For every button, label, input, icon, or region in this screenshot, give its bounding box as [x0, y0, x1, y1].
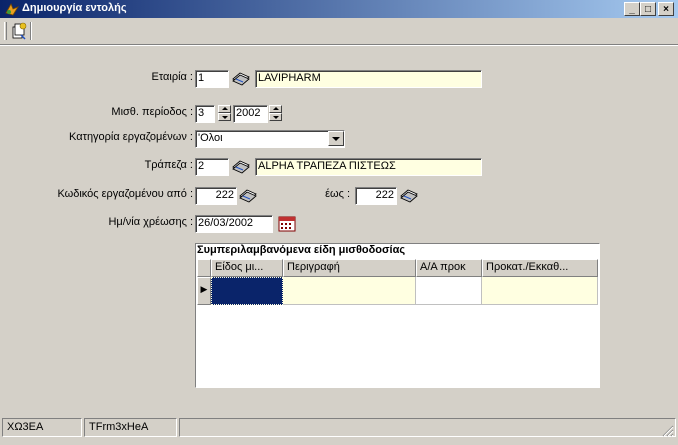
lookup-icon[interactable]: [237, 187, 259, 204]
status-panel-form: TFrm3xHeA: [84, 418, 177, 437]
employee-code-from-label: Κωδικός εργαζομένου από :: [57, 188, 193, 200]
column-header-advance-settlement[interactable]: Προκατ./Εκκαθ...: [482, 259, 598, 277]
charge-date-input[interactable]: 26/03/2002: [195, 215, 273, 233]
column-header-description[interactable]: Περιγραφή: [283, 259, 416, 277]
grid-cell[interactable]: [482, 277, 598, 305]
create-order-icon[interactable]: [10, 21, 28, 41]
column-header-item-type[interactable]: Είδος μι...: [211, 259, 283, 277]
employee-category-label: Κατηγορία εργαζομένων :: [69, 131, 193, 143]
toolbar-separator: [30, 22, 32, 40]
grid-cell[interactable]: [416, 277, 482, 305]
window-title: Δημιουργία εντολής: [22, 2, 127, 14]
employee-code-to-input[interactable]: 222: [355, 187, 397, 205]
grid-caption: Συμπεριλαμβανόμενα είδη μισθοδοσίας: [197, 244, 406, 256]
status-panel-code: ΧΩ3ΕΑ: [2, 418, 82, 437]
company-name-field: LAVIPHARM: [255, 70, 482, 88]
toolbar-divider: [0, 44, 678, 46]
bank-label: Τράπεζα :: [144, 159, 193, 171]
toolbar-grip[interactable]: [4, 22, 7, 40]
minimize-button[interactable]: _: [624, 2, 640, 16]
row-indicator: ▶: [197, 277, 211, 305]
pay-period-label: Μισθ. περίοδος :: [111, 106, 193, 118]
company-label: Εταιρία :: [151, 71, 193, 83]
lookup-icon[interactable]: [230, 70, 252, 87]
calendar-icon[interactable]: [277, 215, 297, 233]
lookup-icon[interactable]: [398, 187, 420, 204]
close-button[interactable]: ×: [658, 2, 674, 16]
charge-date-label: Ημ/νία χρέωσης :: [108, 216, 193, 228]
bank-name-field: ALPHA ΤΡΑΠΕΖΑ ΠΙΣΤΕΩΣ: [255, 158, 482, 176]
grid-corner: [197, 259, 211, 277]
pay-period-year-input[interactable]: 2002: [233, 105, 268, 123]
column-header-advance-no[interactable]: Α/Α προκ: [416, 259, 482, 277]
grid-cell-selected[interactable]: [211, 277, 283, 305]
grid-cell[interactable]: [283, 277, 416, 305]
employee-code-from-input[interactable]: 222: [195, 187, 237, 205]
year-spin-button[interactable]: [269, 105, 282, 122]
app-icon: [5, 3, 19, 16]
month-spin-button[interactable]: [218, 105, 231, 122]
lookup-icon[interactable]: [230, 158, 252, 175]
pay-period-month-input[interactable]: 3: [195, 105, 215, 123]
chevron-down-icon[interactable]: [328, 131, 344, 146]
employee-category-select[interactable]: 'Ολοι: [195, 130, 345, 148]
status-panel-empty: [179, 418, 676, 437]
company-code-input[interactable]: 1: [195, 70, 229, 88]
bank-code-input[interactable]: 2: [195, 158, 229, 176]
resize-grip-icon[interactable]: [662, 425, 674, 437]
employee-code-to-label: έως :: [325, 188, 350, 200]
maximize-button[interactable]: □: [640, 2, 656, 16]
